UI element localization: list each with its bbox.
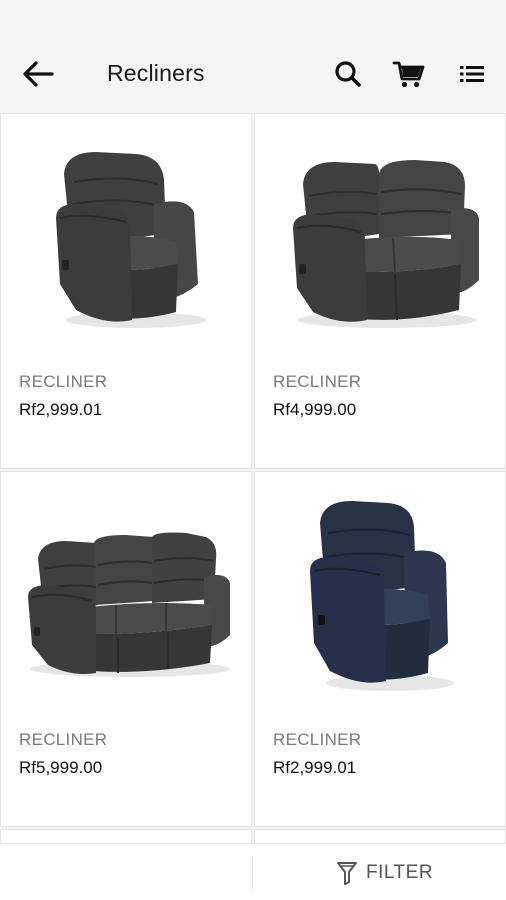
product-price: Rf2,999.01 [19,400,103,419]
cart-icon [392,61,425,88]
product-price: Rf5,999.00 [19,758,103,777]
search-icon [335,61,361,87]
search-button[interactable] [328,54,368,94]
product-image [255,472,505,712]
product-name: RECLINER [19,730,108,749]
page-title: Recliners [107,60,205,86]
filter-icon [337,862,357,885]
back-button[interactable] [16,54,60,94]
filter-label: FILTER [366,862,434,883]
product-image [255,114,505,354]
product-name: RECLINER [273,372,362,391]
list-view-button[interactable] [452,54,492,94]
arrow-back-icon [23,61,54,87]
status-bar [0,0,506,36]
product-card[interactable]: RECLINER Rf2,999.01 [254,471,506,827]
product-name: RECLINER [273,730,362,749]
cart-button[interactable] [389,54,429,94]
list-icon [460,66,484,82]
product-card[interactable] [254,829,506,843]
bottom-bar: FILTER [0,843,506,900]
product-image [1,114,251,354]
product-card[interactable] [0,829,252,843]
product-price: Rf2,999.01 [273,758,357,777]
product-name: RECLINER [19,372,108,391]
filter-button[interactable]: FILTER [336,858,433,888]
product-image [1,472,251,712]
product-price: Rf4,999.00 [273,400,357,419]
app-bar: Recliners [0,36,506,112]
product-grid: RECLINER Rf2,999.01 RECLINER Rf4,999.00 … [0,113,506,843]
divider [252,856,253,889]
product-card[interactable]: RECLINER Rf5,999.00 [0,471,252,827]
product-card[interactable]: RECLINER Rf2,999.01 [0,113,252,469]
product-card[interactable]: RECLINER Rf4,999.00 [254,113,506,469]
